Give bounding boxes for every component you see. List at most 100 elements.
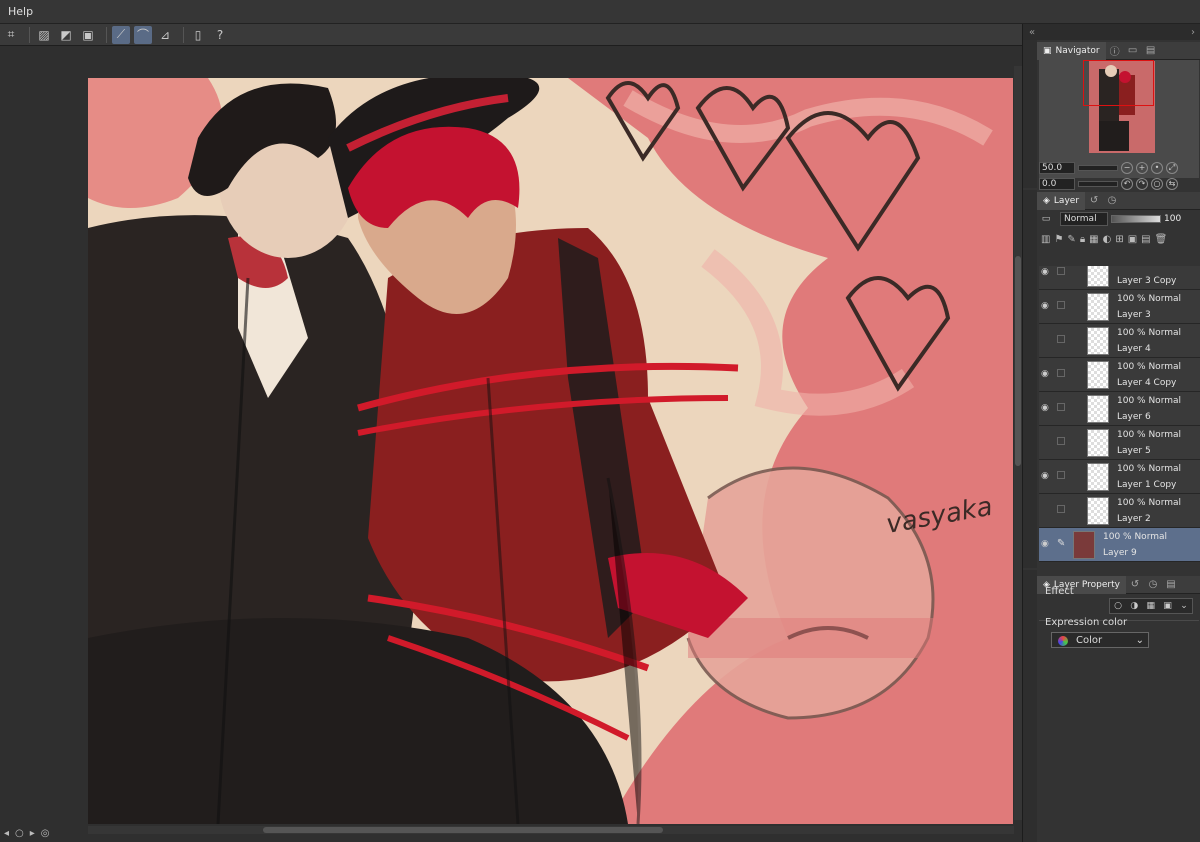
border-effect-icon[interactable]: ○ bbox=[1114, 601, 1122, 611]
layer-thumbnail bbox=[1087, 463, 1109, 491]
layer-row[interactable]: ◉ Layer 3 Copy bbox=[1039, 266, 1200, 290]
layer-type-icon[interactable]: ▭ bbox=[1039, 212, 1053, 226]
info-icon[interactable]: ⓘ bbox=[1106, 42, 1124, 60]
ruler-snap-icon[interactable]: ⟋ bbox=[112, 25, 130, 44]
layer-row[interactable]: 100 % Normal Layer 4 bbox=[1039, 324, 1200, 358]
canvas-vertical-scrollbar[interactable] bbox=[1014, 66, 1022, 820]
drawing-canvas[interactable]: vasyaka bbox=[88, 78, 1013, 824]
chevron-down-icon[interactable]: ⌄ bbox=[1180, 601, 1188, 611]
zoom-input[interactable]: 50.0 bbox=[1039, 162, 1075, 174]
reset-view-icon[interactable]: ○ bbox=[15, 828, 24, 839]
visibility-eye-icon[interactable]: ◉ bbox=[1041, 539, 1053, 549]
layer-lock-toggle[interactable] bbox=[1057, 267, 1065, 275]
curve-snap-icon[interactable]: ⌒ bbox=[134, 25, 152, 44]
layer-name: Layer 9 bbox=[1103, 548, 1137, 558]
flip-icon[interactable]: ◎ bbox=[41, 828, 50, 839]
collapse-right-icon[interactable]: › bbox=[1191, 27, 1195, 38]
panel-grip[interactable] bbox=[1023, 570, 1037, 842]
layer-row[interactable]: ◉ 100 % Normal Layer 4 Copy bbox=[1039, 358, 1200, 392]
collapse-left-icon[interactable]: « bbox=[1029, 27, 1035, 38]
tab-layer[interactable]: ◈ Layer bbox=[1037, 191, 1086, 210]
rotation-slider[interactable] bbox=[1078, 181, 1118, 187]
zoom-in-icon[interactable]: + bbox=[1136, 162, 1148, 174]
layer-row[interactable]: 100 % Normal Layer 5 bbox=[1039, 426, 1200, 460]
new-folder-icon[interactable]: ▤ bbox=[1141, 234, 1150, 245]
extract-line-icon[interactable]: ◑ bbox=[1130, 601, 1138, 611]
layer-row[interactable]: ◉ 100 % Normal Layer 3 bbox=[1039, 290, 1200, 324]
clipping-icon[interactable]: ▥ bbox=[1041, 234, 1050, 245]
clear-selection-icon[interactable]: ▨ bbox=[35, 26, 53, 44]
layer-row[interactable]: 100 % Normal Layer 2 bbox=[1039, 494, 1200, 528]
reset-rotation-icon[interactable]: ○ bbox=[1151, 178, 1163, 190]
visibility-eye-icon[interactable] bbox=[1041, 505, 1053, 515]
search-layer-icon[interactable]: ◷ bbox=[1144, 576, 1162, 594]
layer-lock-toggle[interactable] bbox=[1057, 369, 1065, 377]
layer-mode: 100 % Normal bbox=[1117, 498, 1182, 508]
opacity-value[interactable]: 100 bbox=[1164, 214, 1181, 224]
visibility-eye-icon[interactable]: ◉ bbox=[1041, 267, 1053, 277]
reference-icon[interactable]: ⚑ bbox=[1054, 234, 1063, 245]
navigator-viewport-frame[interactable] bbox=[1083, 60, 1154, 106]
delete-layer-icon[interactable]: 🗑︎ bbox=[1155, 234, 1168, 245]
ruler-icon[interactable]: ⊞ bbox=[1115, 234, 1123, 245]
layer-row[interactable]: ◉ 100 % Normal Layer 1 Copy bbox=[1039, 460, 1200, 494]
layer-lock-toggle[interactable] bbox=[1057, 335, 1065, 343]
crop-icon[interactable]: ⌗ bbox=[2, 26, 20, 44]
expression-color-value: Color bbox=[1076, 634, 1103, 646]
vertical-scroll-thumb[interactable] bbox=[1015, 256, 1021, 466]
flip-horizontal-icon[interactable]: ⇆ bbox=[1166, 178, 1178, 190]
lock-transparency-icon[interactable]: ▦ bbox=[1089, 234, 1098, 245]
expression-color-select[interactable]: Color ⌄ bbox=[1051, 632, 1149, 648]
menu-item-help[interactable]: Help bbox=[0, 0, 41, 24]
dock-collapse-bar[interactable]: « › bbox=[1023, 24, 1200, 40]
history-icon[interactable]: ↺ bbox=[1126, 576, 1144, 594]
device-icon[interactable]: ▯ bbox=[189, 26, 207, 44]
layer-lock-toggle[interactable] bbox=[1057, 301, 1065, 309]
layer-lock-toggle[interactable] bbox=[1057, 505, 1065, 513]
auto-action-icon[interactable]: ◷ bbox=[1103, 192, 1121, 210]
draft-icon[interactable]: ✎ bbox=[1067, 234, 1075, 245]
perspective-ruler-icon[interactable]: ⊿ bbox=[156, 26, 174, 44]
visibility-eye-icon[interactable]: ◉ bbox=[1041, 403, 1053, 413]
visibility-eye-icon[interactable]: ◉ bbox=[1041, 369, 1053, 379]
canvas-horizontal-scrollbar[interactable] bbox=[88, 826, 1014, 834]
zoom-out-icon[interactable]: − bbox=[1121, 162, 1133, 174]
layer-lock-toggle[interactable] bbox=[1057, 471, 1065, 479]
lock-icon[interactable]: 🔒︎ bbox=[1080, 234, 1085, 245]
canvas-area[interactable]: vasyaka ◂ ○ ▸ ◎ bbox=[0, 46, 1022, 842]
layer-row[interactable]: ◉ 100 % Normal Layer 6 bbox=[1039, 392, 1200, 426]
zoom-slider[interactable] bbox=[1078, 165, 1118, 171]
visibility-eye-icon[interactable]: ◉ bbox=[1041, 301, 1053, 311]
rotate-left-icon[interactable]: ◂ bbox=[4, 828, 9, 839]
horizontal-scroll-thumb[interactable] bbox=[263, 827, 663, 833]
rotate-left-icon[interactable]: ↶ bbox=[1121, 178, 1133, 190]
mask-icon[interactable]: ◐ bbox=[1103, 234, 1112, 245]
rotate-right-icon[interactable]: ↷ bbox=[1136, 178, 1148, 190]
panel-grip[interactable] bbox=[1023, 40, 1037, 188]
panel-menu-icon[interactable]: ▤ bbox=[1142, 42, 1160, 60]
fit-icon[interactable]: • bbox=[1151, 162, 1163, 174]
rotation-input[interactable]: 0.0 bbox=[1039, 178, 1075, 190]
invert-selection-icon[interactable]: ◩ bbox=[57, 26, 75, 44]
layer-color-icon[interactable]: ▣ bbox=[1163, 601, 1172, 611]
panel-menu-icon[interactable]: ▤ bbox=[1162, 576, 1180, 594]
tone-icon[interactable]: ▦ bbox=[1147, 601, 1156, 611]
actual-size-icon[interactable]: ⤢ bbox=[1166, 162, 1178, 174]
panel-grip[interactable] bbox=[1023, 190, 1037, 568]
layer-lock-toggle[interactable] bbox=[1057, 437, 1065, 445]
visibility-eye-icon[interactable]: ◉ bbox=[1041, 471, 1053, 481]
rotate-right-icon[interactable]: ▸ bbox=[30, 828, 35, 839]
opacity-slider[interactable] bbox=[1111, 215, 1161, 223]
sub-view-icon[interactable]: ▭ bbox=[1124, 42, 1142, 60]
blend-mode-select[interactable]: Normal bbox=[1060, 212, 1108, 226]
history-icon[interactable]: ↺ bbox=[1085, 192, 1103, 210]
layer-row-selected[interactable]: ◉ ✎ 100 % Normal Layer 9 bbox=[1039, 528, 1200, 562]
visibility-eye-icon[interactable] bbox=[1041, 335, 1053, 345]
visibility-eye-icon[interactable] bbox=[1041, 437, 1053, 447]
fill-selection-icon[interactable]: ▣ bbox=[79, 26, 97, 44]
new-raster-icon[interactable]: ▣ bbox=[1128, 234, 1137, 245]
help-icon[interactable]: ? bbox=[211, 26, 229, 44]
layer-lock-toggle[interactable] bbox=[1057, 403, 1065, 411]
layer-list[interactable]: ◉ Layer 3 Copy ◉ 100 % Normal Layer 3 10… bbox=[1039, 266, 1200, 562]
tab-navigator[interactable]: ▣ Navigator bbox=[1037, 41, 1106, 60]
